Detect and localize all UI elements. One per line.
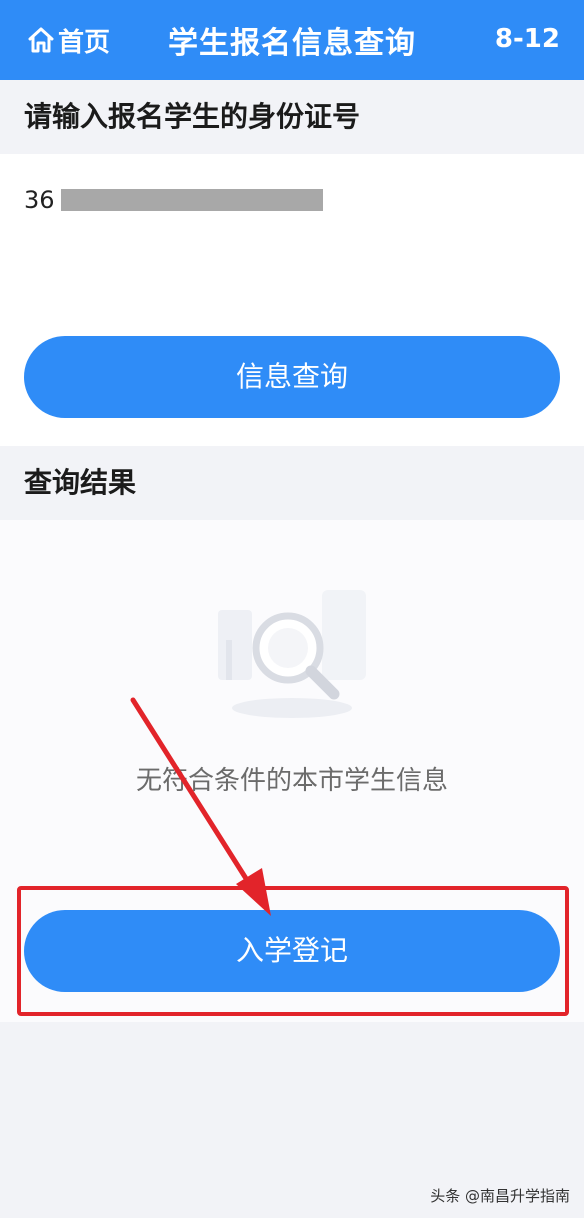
header-bar: 首页 学生报名信息查询 8-12 (0, 0, 584, 80)
register-button[interactable]: 入学登记 (24, 910, 560, 992)
empty-result-message: 无符合条件的本市学生信息 (135, 766, 448, 796)
watermark: 头条 @南昌升学指南 (430, 1187, 570, 1205)
id-number-field[interactable]: 36 (24, 184, 323, 216)
id-number-prefix: 36 (24, 186, 55, 214)
query-button[interactable]: 信息查询 (24, 336, 560, 418)
id-input-label: 请输入报名学生的身份证号 (0, 80, 584, 154)
id-number-redaction (60, 189, 323, 211)
id-input-panel: 36 信息查询 (0, 154, 584, 446)
page: 首页 学生报名信息查询 8-12 请输入报名学生的身份证号 36 信息查询 查询… (0, 0, 584, 1218)
empty-search-illustration-icon (218, 590, 366, 718)
header-right-text: 8-12 (494, 24, 560, 54)
result-panel: 无符合条件的本市学生信息 入学登记 (0, 520, 584, 1022)
result-section-label: 查询结果 (0, 446, 584, 520)
